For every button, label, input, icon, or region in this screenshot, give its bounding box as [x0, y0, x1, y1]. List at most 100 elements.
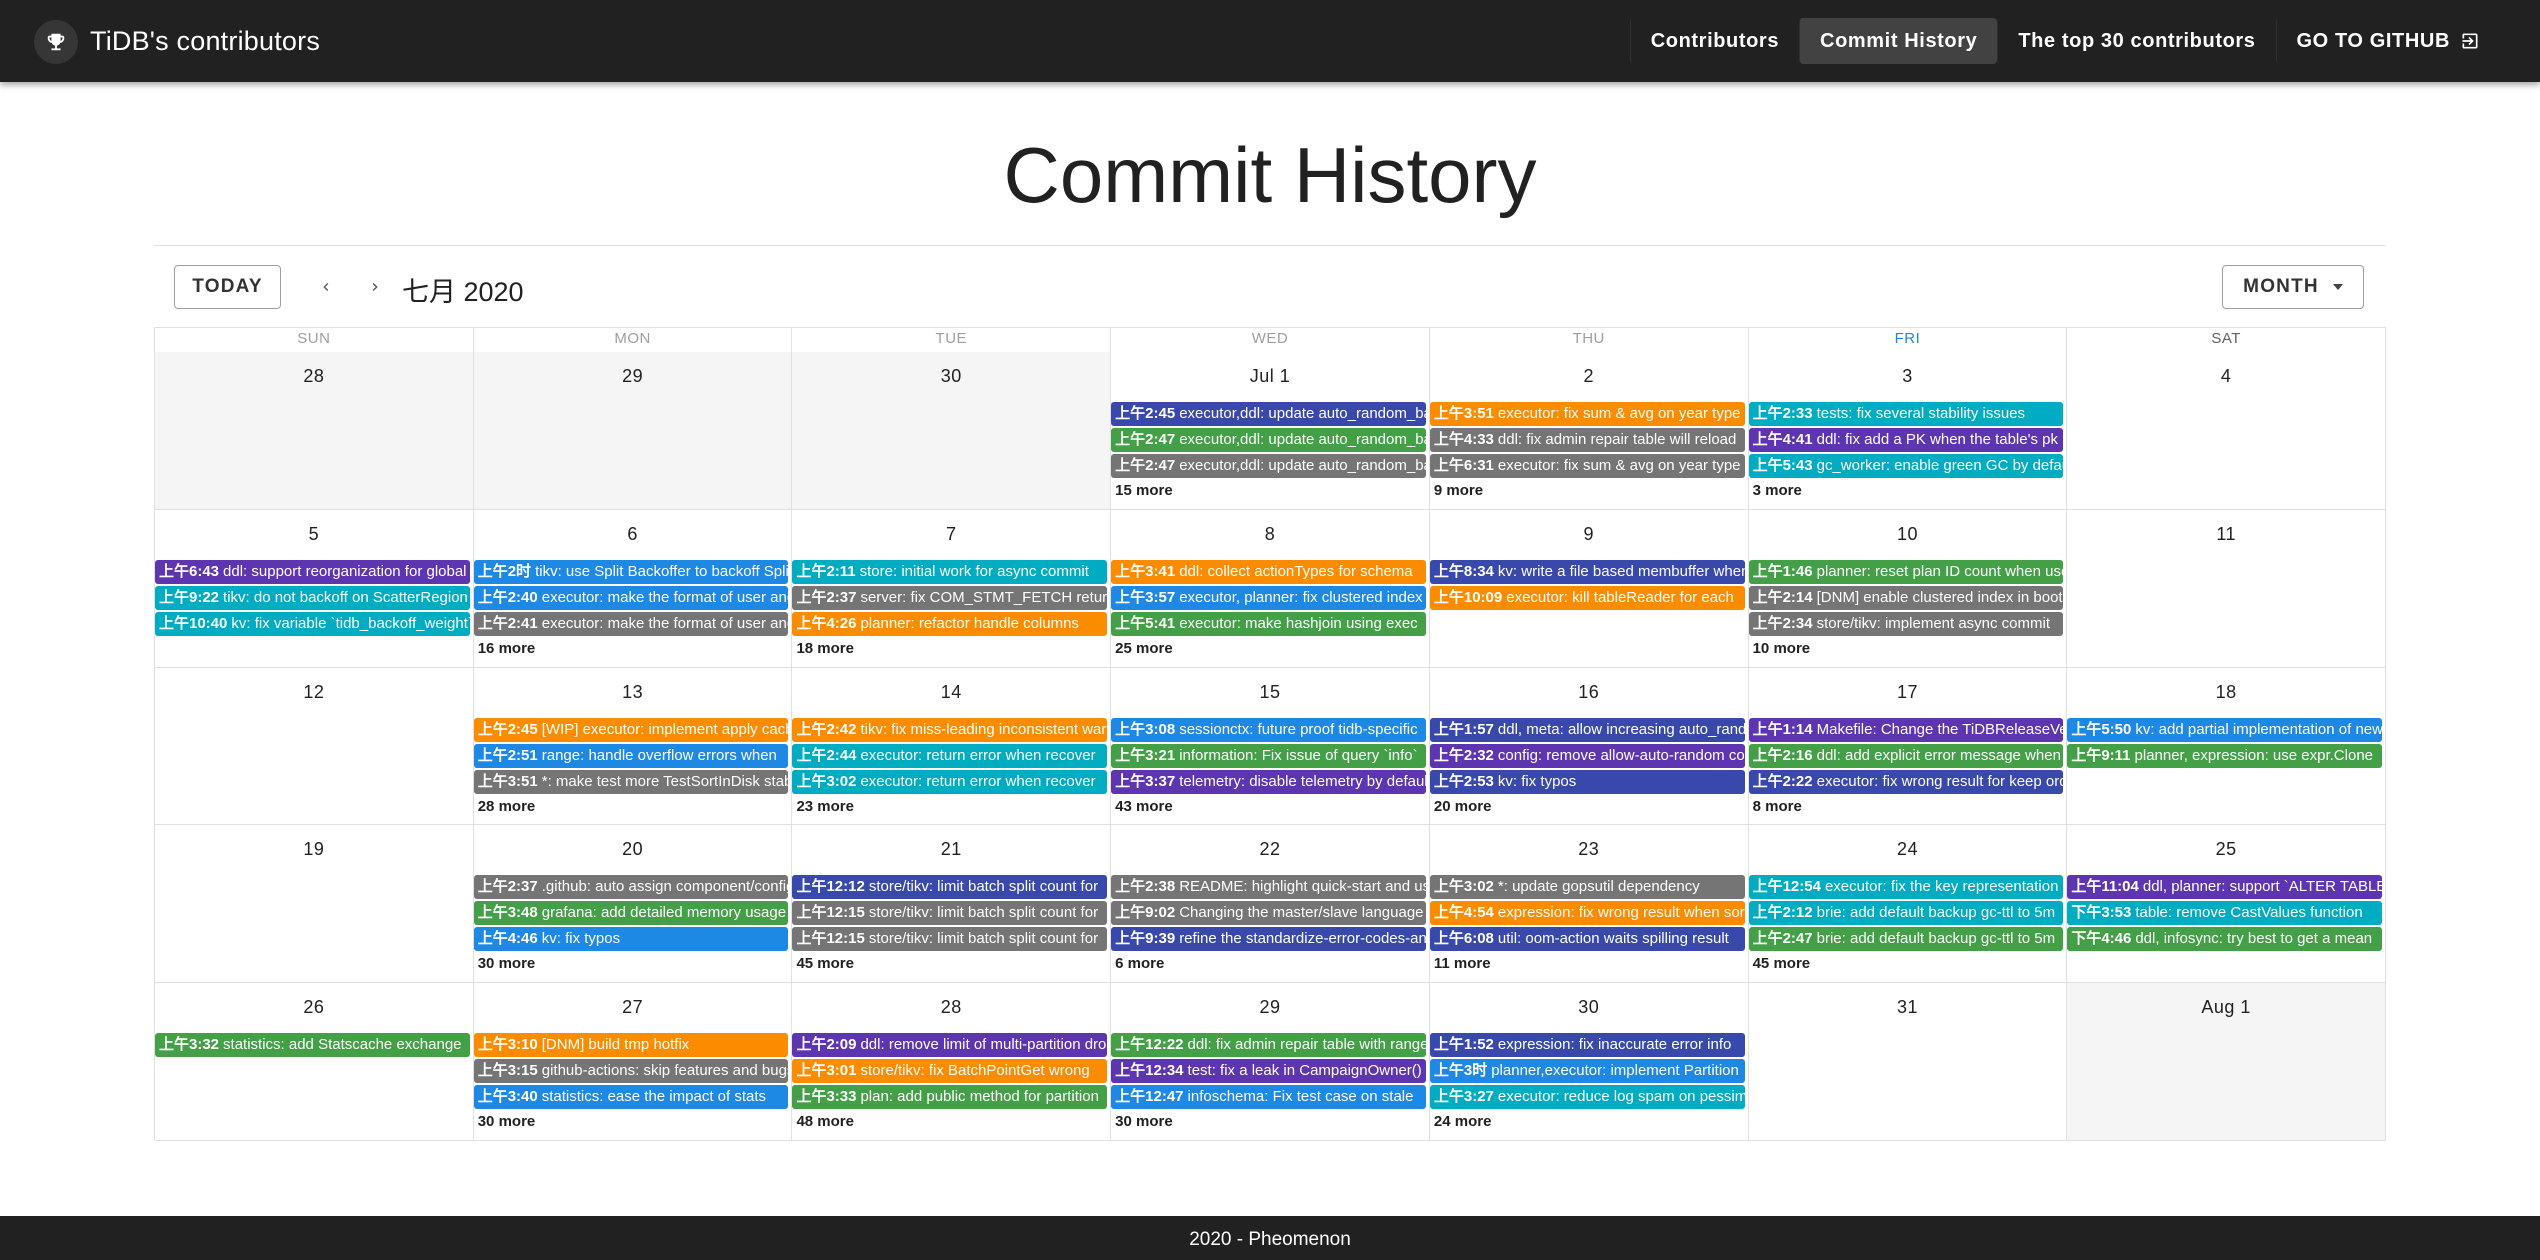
day-number[interactable]: Aug 1 [2067, 997, 2385, 1019]
day-number[interactable]: 21 [792, 839, 1110, 861]
calendar-event[interactable]: 上午2:45 executor,ddl: update auto_random_b… [1111, 402, 1426, 426]
calendar-event[interactable]: 上午3:02 *: update gopsutil dependency [1429, 875, 1745, 900]
day-number[interactable]: 17 [1749, 682, 2067, 704]
calendar-event[interactable]: 下午4:46 ddl, infosync: try best to get a m… [2067, 927, 2383, 952]
calendar-event[interactable]: 上午2:53 kv: fix typos [1429, 769, 1745, 794]
calendar-event[interactable]: 上午3:21 information: Fix issue of query `i… [1111, 743, 1426, 768]
day-number[interactable]: 3 [1749, 366, 2067, 388]
calendar-event[interactable]: 下午3:53 table: remove CastValues function [2067, 901, 2383, 926]
calendar-event[interactable]: 上午3:10 [DNM] build tmp hotfix [473, 1033, 789, 1058]
more-events-link[interactable]: 16 more [474, 638, 789, 660]
calendar-day-cell[interactable]: 12 [155, 667, 474, 826]
more-events-link[interactable]: 28 more [474, 796, 789, 818]
more-events-link[interactable]: 8 more [1749, 796, 2064, 818]
day-number[interactable]: 7 [792, 524, 1110, 546]
calendar-day-cell[interactable]: 3 上午2:33 tests: fix several stability issu… [1748, 352, 2068, 510]
day-number[interactable]: Jul 1 [1111, 366, 1429, 388]
day-number[interactable]: 18 [2067, 682, 2385, 704]
more-events-link[interactable]: 11 more [1430, 953, 1745, 975]
calendar-event[interactable]: 上午2:47 executor,ddl: update auto_random_b… [1111, 454, 1426, 478]
calendar-event[interactable]: 上午2:37 server: fix COM_STMT_FETCH return [792, 585, 1108, 610]
calendar-event[interactable]: 上午2:40 executor: make the format of user … [473, 585, 789, 610]
calendar-event[interactable]: 上午3:40 statistics: ease the impact of sta… [473, 1085, 789, 1110]
calendar-event[interactable]: 上午2:12 brie: add default backup gc-ttl to… [1748, 901, 2064, 926]
day-number[interactable]: 5 [155, 524, 473, 546]
nav-go-to-github[interactable]: GO TO GITHUB [2275, 18, 2501, 64]
calendar-event[interactable]: 上午2:45 [WIP] executor: implement apply ca… [473, 717, 789, 742]
calendar-event[interactable]: 上午2:44 executor: return error when recove… [792, 743, 1108, 768]
calendar-event[interactable]: 上午12:54 executor: fix the key representat… [1748, 875, 2064, 900]
chevron-left-icon[interactable] [311, 272, 341, 302]
calendar-event[interactable]: 上午2:16 ddl: add explicit error message wh… [1748, 743, 2064, 768]
calendar-day-cell[interactable]: 9 上午8:34 kv: write a file based membuffer … [1429, 509, 1749, 668]
day-number[interactable]: 27 [474, 997, 792, 1019]
calendar-day-cell[interactable]: 23 上午3:02 *: update gopsutil dependency 上午4… [1429, 825, 1749, 984]
day-number[interactable]: 20 [474, 839, 792, 861]
chevron-right-icon[interactable] [360, 272, 390, 302]
calendar-day-cell[interactable]: 22 上午2:38 README: highlight quick-start an… [1111, 825, 1430, 984]
calendar-event[interactable]: 上午2:47 brie: add default backup gc-ttl to… [1748, 927, 2064, 952]
day-number[interactable]: 4 [2067, 366, 2385, 388]
calendar-event[interactable]: 上午10:40 kv: fix variable `tidb_backoff_we… [155, 611, 470, 636]
day-number[interactable]: 19 [155, 839, 473, 861]
calendar-event[interactable]: 上午10:09 executor: kill tableReader for ea… [1429, 585, 1745, 610]
more-events-link[interactable]: 23 more [792, 796, 1107, 818]
calendar-event[interactable]: 上午2:41 executor: make the format of user … [473, 611, 789, 636]
day-number[interactable]: 15 [1111, 682, 1429, 704]
calendar-event[interactable]: 上午5:41 executor: make hashjoin using exec [1111, 611, 1426, 636]
calendar-day-cell[interactable]: 20 上午2:37 .github: auto assign component/c… [473, 825, 793, 984]
calendar-event[interactable]: 上午1:14Makefile: Change the TiDBReleaseVe… [1748, 717, 2064, 742]
day-number[interactable]: 10 [1749, 524, 2067, 546]
more-events-link[interactable]: 24 more [1430, 1111, 1745, 1133]
calendar-day-cell[interactable]: Jul 1 上午2:45 executor,ddl: update auto_ran… [1111, 352, 1430, 510]
calendar-event[interactable]: 上午3:41 ddl: collect actionTypes for schem… [1111, 559, 1426, 584]
day-number[interactable]: 24 [1749, 839, 2067, 861]
calendar-event[interactable]: 上午8:34 kv: write a file based membuffer w… [1429, 559, 1745, 584]
day-number[interactable]: 12 [155, 682, 473, 704]
calendar-day-cell[interactable]: 30 上午1:52 expression: fix inaccurate error… [1429, 983, 1749, 1141]
calendar-event[interactable]: 上午12:34 test: fix a leak in CampaignOwner… [1111, 1059, 1426, 1084]
calendar-day-cell[interactable]: Aug 1 [2067, 983, 2387, 1141]
calendar-event[interactable]: 上午6:31 executor: fix sum & avg on year ty… [1429, 454, 1745, 478]
more-events-link[interactable]: 45 more [792, 953, 1107, 975]
calendar-event[interactable]: 上午3:57 executor, planner: fix clustered i… [1111, 585, 1426, 610]
calendar-day-cell[interactable]: 19 [155, 825, 474, 984]
day-number[interactable]: 23 [1430, 839, 1748, 861]
calendar-day-cell[interactable]: 11 [2067, 509, 2387, 668]
calendar-day-cell[interactable]: 5 上午6:43 ddl: support reorganization for g… [155, 509, 474, 668]
more-events-link[interactable]: 48 more [792, 1111, 1107, 1133]
calendar-event[interactable]: 上午3:02 executor: return error when recove… [792, 769, 1108, 794]
day-number[interactable]: 13 [474, 682, 792, 704]
more-events-link[interactable]: 30 more [1111, 1111, 1426, 1133]
calendar-event[interactable]: 上午2:37 .github: auto assign component/con… [473, 875, 789, 900]
calendar-day-cell[interactable]: 18 上午5:50 kv: add partial implementation o… [2067, 667, 2387, 826]
calendar-event[interactable]: 上午12:15 store/tikv: limit batch split cou… [792, 901, 1108, 926]
day-number[interactable]: 16 [1430, 682, 1748, 704]
calendar-event[interactable]: 上午3:51 *: make test more TestSortInDisk s… [473, 769, 789, 794]
calendar-day-cell[interactable]: 16 上午1:57 ddl, meta: allow increasing auto… [1429, 667, 1749, 826]
calendar-day-cell[interactable]: 31 [1748, 983, 2068, 1141]
calendar-day-cell[interactable]: 29 [473, 352, 793, 510]
calendar-event[interactable]: 上午9:11 planner, expression: use expr.Clon… [2067, 743, 2383, 768]
calendar-event[interactable]: 上午3:32 statistics: add Statscache exchang… [155, 1033, 470, 1058]
more-events-link[interactable]: 20 more [1430, 796, 1745, 818]
calendar-event[interactable]: 上午4:46 kv: fix typos [473, 927, 789, 952]
calendar-day-cell[interactable]: 28 上午2:09 ddl: remove limit of multi-parti… [792, 983, 1112, 1141]
calendar-event[interactable]: 上午4:41 ddl: fix add a PK when the table's… [1748, 428, 2064, 452]
more-events-link[interactable]: 25 more [1111, 638, 1426, 660]
calendar-event[interactable]: 上午2:38 README: highlight quick-start and … [1111, 875, 1426, 900]
calendar-event[interactable]: 上午3:01 store/tikv: fix BatchPointGet wron… [792, 1059, 1108, 1084]
more-events-link[interactable]: 18 more [792, 638, 1107, 660]
more-events-link[interactable]: 30 more [474, 953, 789, 975]
day-number[interactable]: 9 [1430, 524, 1748, 546]
more-events-link[interactable]: 3 more [1749, 480, 2064, 502]
day-number[interactable]: 6 [474, 524, 792, 546]
calendar-day-cell[interactable]: 17 上午1:14 Makefile: Change the TiDBRelease… [1748, 667, 2068, 826]
calendar-event[interactable]: 上午12:15 store/tikv: limit batch split cou… [792, 927, 1108, 952]
calendar-event[interactable]: 上午3时 planner,executor: implement Partitio… [1429, 1059, 1745, 1084]
more-events-link[interactable]: 10 more [1749, 638, 2064, 660]
calendar-event[interactable]: 上午2:09 ddl: remove limit of multi-partiti… [792, 1033, 1108, 1058]
day-number[interactable]: 26 [155, 997, 473, 1019]
day-number[interactable]: 22 [1111, 839, 1429, 861]
calendar-event[interactable]: 上午3:15 github-actions: skip features and … [473, 1059, 789, 1084]
